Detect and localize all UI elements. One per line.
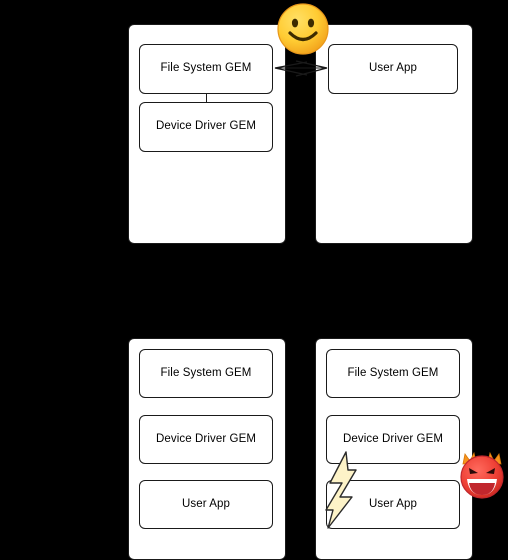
user-app-box[interactable]: User App bbox=[326, 480, 460, 529]
file-system-gem-box[interactable]: File System GEM bbox=[139, 44, 273, 94]
user-app-box[interactable]: User App bbox=[139, 480, 273, 529]
node-label: User App bbox=[368, 497, 418, 510]
node-label: User App bbox=[368, 62, 418, 75]
node-label: Device Driver GEM bbox=[155, 432, 257, 445]
node-label: Device Driver GEM bbox=[342, 432, 444, 445]
device-driver-gem-box[interactable]: Device Driver GEM bbox=[139, 102, 273, 152]
device-driver-gem-box[interactable]: Device Driver GEM bbox=[139, 415, 273, 464]
node-label: Device Driver GEM bbox=[155, 120, 257, 133]
diagram-canvas: File System GEM Device Driver GEM User A… bbox=[0, 0, 508, 560]
devil-face-icon bbox=[460, 452, 504, 499]
user-app-box[interactable]: User App bbox=[328, 44, 458, 94]
node-label: File System GEM bbox=[160, 366, 252, 379]
smiley-face-icon bbox=[277, 3, 329, 55]
node-label: File System GEM bbox=[160, 62, 252, 75]
node-label: File System GEM bbox=[347, 366, 439, 379]
device-driver-gem-box[interactable]: Device Driver GEM bbox=[326, 415, 460, 464]
file-system-gem-box[interactable]: File System GEM bbox=[139, 349, 273, 398]
node-label: User App bbox=[181, 497, 231, 510]
file-system-gem-box[interactable]: File System GEM bbox=[326, 349, 460, 398]
